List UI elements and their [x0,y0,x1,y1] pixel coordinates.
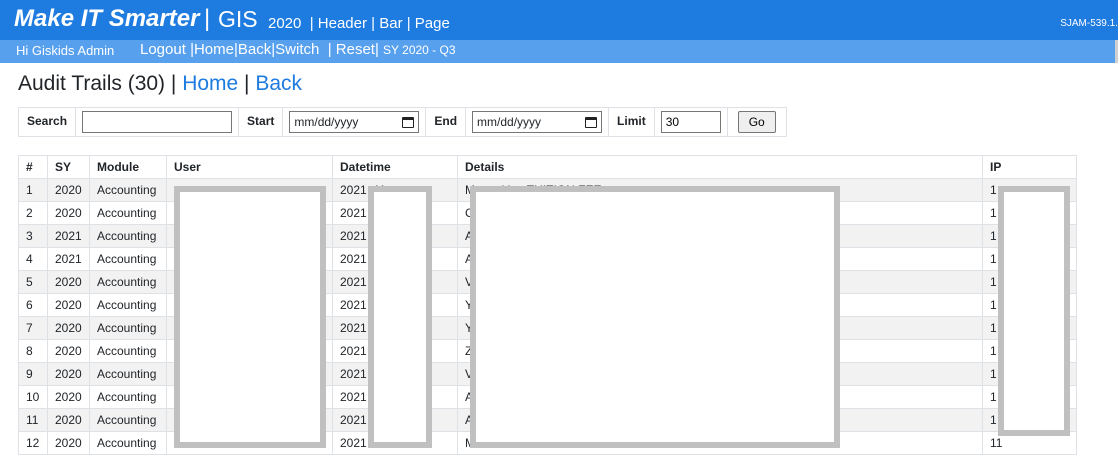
cell-num: 9 [18,362,48,386]
page-heading: Audit Trails (30) | Home | Back [18,72,303,95]
version-label: SJAM-539.1. [1060,18,1118,29]
cell-module: Accounting [89,293,167,317]
cell-module: Accounting [89,270,167,294]
cell-sy: 2020 [47,362,90,386]
cell-num: 8 [18,339,48,363]
cell-num: 6 [18,293,48,317]
start-label: Start [239,108,284,136]
cell-num: 11 [18,408,48,432]
cell-num: 7 [18,316,48,340]
cell-num: 4 [18,247,48,271]
cell-num: 3 [18,224,48,248]
col-header-num[interactable]: # [18,155,48,179]
user-greeting: Hi Giskids Admin [16,43,115,58]
header-link[interactable]: Header [318,15,367,32]
search-input[interactable] [82,111,233,133]
cell-sy: 2020 [47,339,90,363]
cell-module: Accounting [89,362,167,386]
cell-num: 12 [18,431,48,455]
limit-input[interactable] [660,111,721,133]
cell-sy: 2020 [47,316,90,340]
redaction-box-datetime [368,186,432,448]
logout-link[interactable]: Logout [140,41,186,58]
cell-module: Accounting [89,431,167,455]
redaction-box-ip [998,186,1070,436]
col-header-datetime[interactable]: Datetime [332,155,458,179]
cell-sy: 2020 [47,293,90,317]
go-button[interactable]: Go [737,111,776,133]
col-header-details[interactable]: Details [457,155,983,179]
cell-module: Accounting [89,339,167,363]
top-navbar: Make IT Smarter | GIS 2020 | Header | Ba… [0,0,1118,40]
page-title: Audit Trails (30) [18,72,166,95]
start-date-placeholder: mm/dd/yyyy [294,115,359,129]
redaction-box-user [174,186,326,448]
user-links: Logout |Home|Back|Switch | Reset| SY 202… [140,41,456,58]
cell-num: 10 [18,385,48,409]
search-label: Search [19,108,77,136]
switch-link[interactable]: Switch [275,41,319,58]
cell-sy: 2020 [47,385,90,409]
redaction-box-details [470,186,840,448]
brand-separator: | [204,5,211,32]
app-name[interactable]: GIS [218,6,258,33]
end-label: End [426,108,467,136]
limit-label: Limit [609,108,655,136]
cell-sy: 2020 [47,178,90,202]
calendar-icon[interactable] [585,116,598,128]
cell-sy: 2020 [47,408,90,432]
user-subbar: Hi Giskids Admin Logout |Home|Back|Switc… [0,40,1118,63]
start-date-input[interactable]: mm/dd/yyyy [289,111,420,133]
back-page-link[interactable]: Back [255,72,302,95]
col-header-module[interactable]: Module [89,155,167,179]
col-header-ip[interactable]: IP [982,155,1077,179]
cell-sy: 2020 [47,201,90,225]
brand-name[interactable]: Make IT Smarter [14,5,199,33]
col-header-sy[interactable]: SY [47,155,90,179]
cell-module: Accounting [89,201,167,225]
cell-num: 1 [18,178,48,202]
cell-sy: 2021 [47,224,90,248]
cell-module: Accounting [89,385,167,409]
col-header-user[interactable]: User [166,155,333,179]
school-year-term: SY 2020 - Q3 [383,43,456,57]
cell-sy: 2020 [47,270,90,294]
home-page-link[interactable]: Home [182,72,238,95]
cell-module: Accounting [89,247,167,271]
cell-module: Accounting [89,408,167,432]
page-link[interactable]: Page [415,15,450,32]
cell-sy: 2020 [47,431,90,455]
cell-num: 5 [18,270,48,294]
top-links: 2020 | Header | Bar | Page [268,15,450,32]
bar-link[interactable]: Bar [379,15,402,32]
cell-module: Accounting [89,224,167,248]
filter-bar: Search Start mm/dd/yyyy End mm/dd/yyyy L… [18,107,787,137]
cell-sy: 2021 [47,247,90,271]
cell-num: 2 [18,201,48,225]
end-date-placeholder: mm/dd/yyyy [477,115,542,129]
cell-module: Accounting [89,178,167,202]
table-header-row: # SY Module User Datetime Details IP [18,155,1077,179]
calendar-icon[interactable] [402,116,415,128]
end-date-input[interactable]: mm/dd/yyyy [472,111,603,133]
reset-link[interactable]: Reset [336,41,375,58]
home-link[interactable]: Home [194,41,234,58]
back-link[interactable]: Back [238,41,271,58]
year-link[interactable]: 2020 [268,15,301,32]
cell-module: Accounting [89,316,167,340]
